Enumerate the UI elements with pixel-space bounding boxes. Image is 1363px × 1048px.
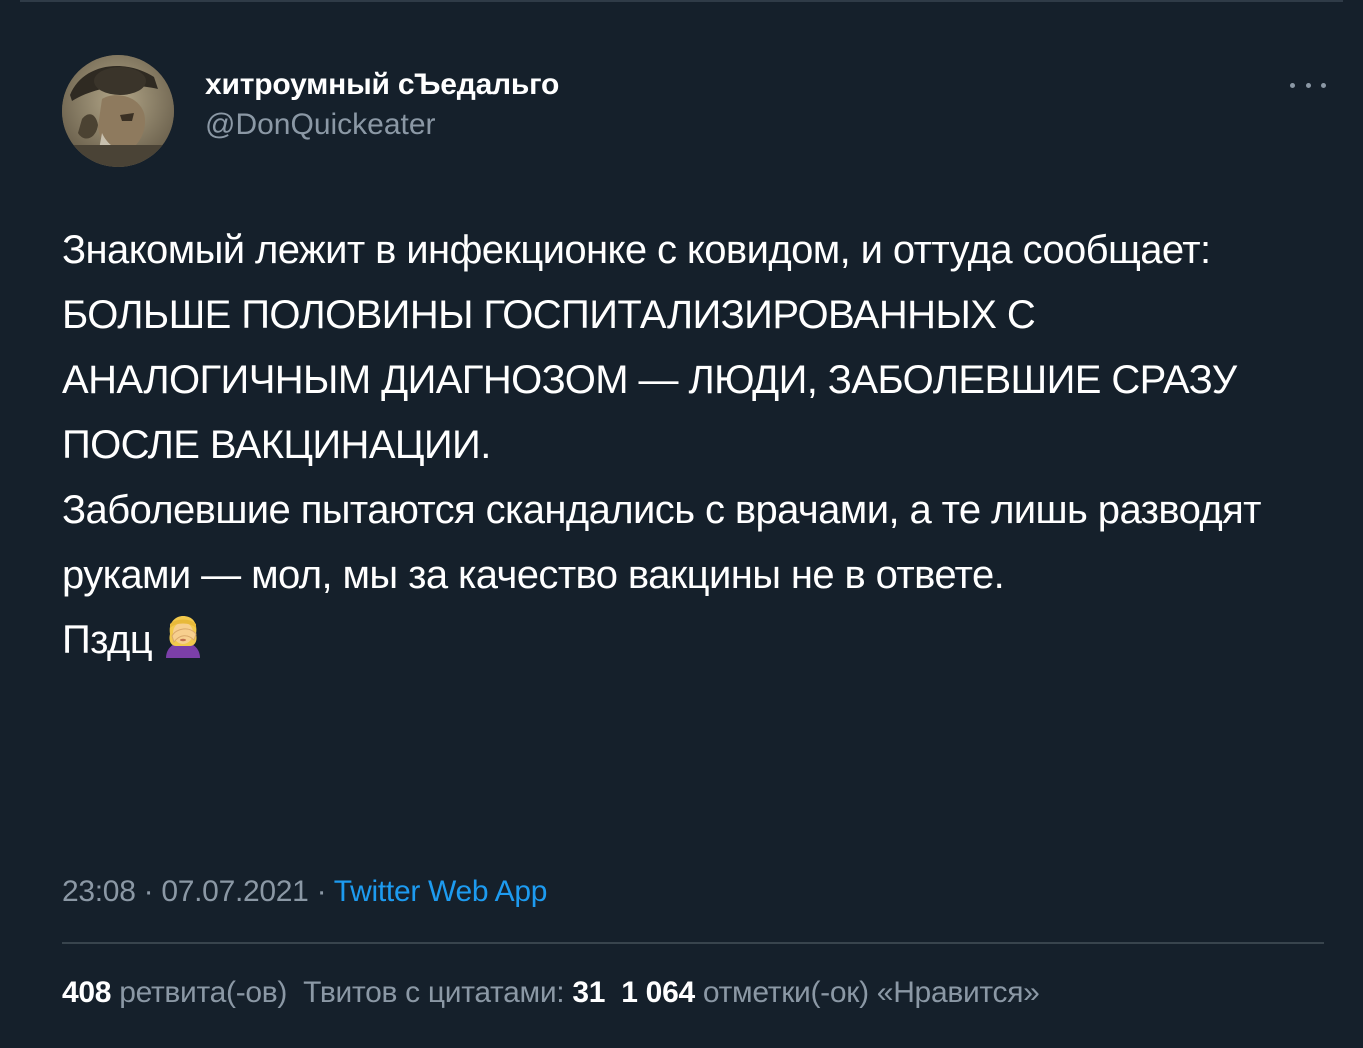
meta-separator: · (143, 875, 154, 908)
tweet-meta: 23:08 · 07.07.2021 · Twitter Web App (62, 872, 547, 912)
tweet-paragraph: Знакомый лежит в инфекционке с ковидом, … (62, 228, 1237, 467)
avatar-icon (62, 55, 174, 167)
tweet-time[interactable]: 23:08 (62, 875, 136, 908)
author-display-name[interactable]: хитроумный сЪедальго (205, 66, 559, 104)
meta-separator: · (316, 875, 327, 908)
tweet-stats: 408 ретвита(-ов) Твитов с цитатами: 31 1… (62, 973, 1040, 1013)
tweet-text: Знакомый лежит в инфекционке с ковидом, … (62, 218, 1312, 673)
top-divider (20, 0, 1343, 2)
more-options-icon[interactable] (1290, 72, 1326, 98)
avatar[interactable] (62, 55, 174, 167)
author-handle[interactable]: @DonQuickeater (205, 106, 436, 144)
likes-label: отметки(-ок) «Нравится» (702, 976, 1040, 1009)
tweet-paragraph-last: Пздц (62, 608, 1312, 673)
likes-count: 1 064 (621, 976, 695, 1009)
tweet-paragraph-text: Пздц (62, 618, 153, 662)
retweets-count: 408 (62, 976, 112, 1009)
tweet-date[interactable]: 07.07.2021 (161, 875, 308, 908)
quotes-stat[interactable]: Твитов с цитатами: 31 (303, 976, 605, 1009)
tweet-paragraph: Заболевшие пытаются скандались с врачами… (62, 488, 1261, 597)
retweets-label: ретвита(-ов) (119, 976, 288, 1009)
facepalm-woman-emoji (166, 616, 201, 659)
likes-stat[interactable]: 1 064 отметки(-ок) «Нравится» (621, 976, 1040, 1009)
stats-divider (62, 942, 1324, 944)
retweets-stat[interactable]: 408 ретвита(-ов) (62, 976, 287, 1009)
quotes-count: 31 (572, 976, 606, 1009)
quotes-label: Твитов с цитатами: (303, 976, 565, 1009)
tweet-source-link[interactable]: Twitter Web App (334, 875, 548, 908)
